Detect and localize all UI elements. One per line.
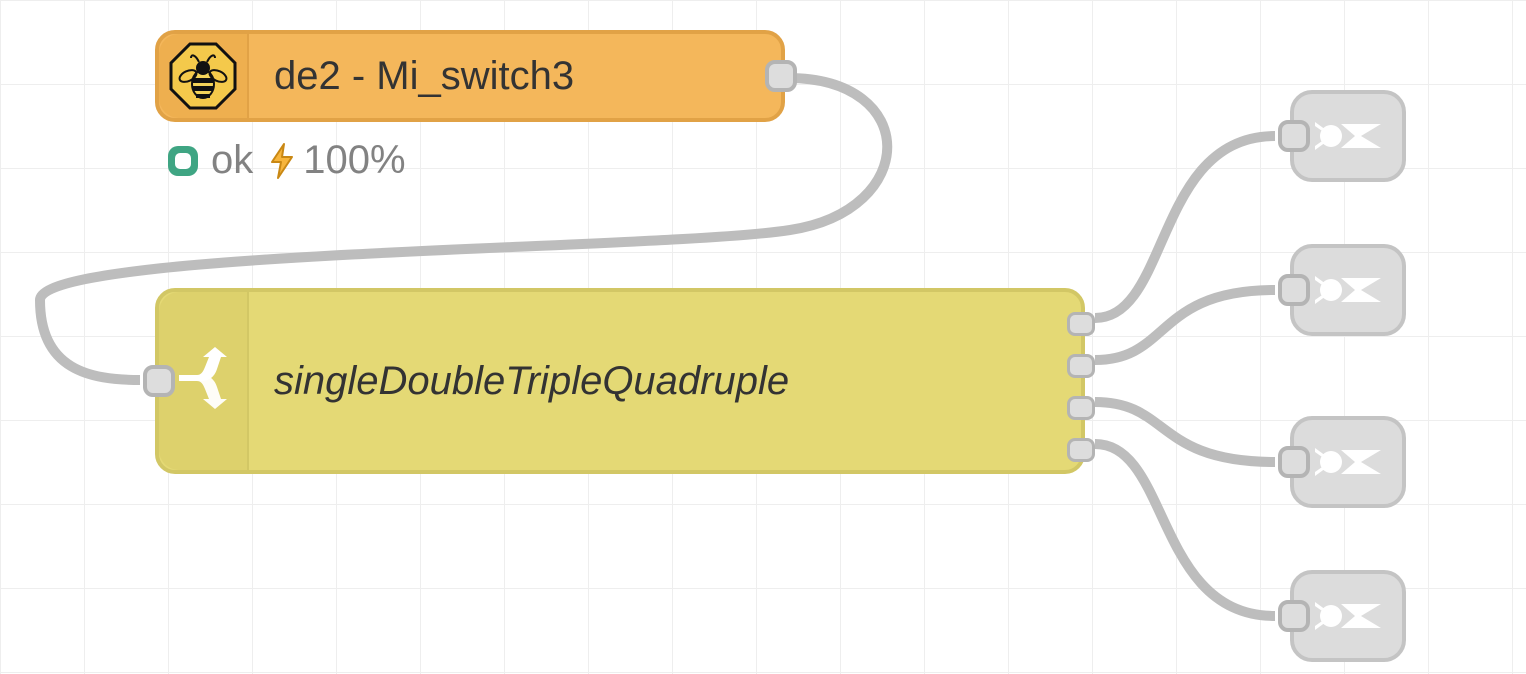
output-1-in-port[interactable] [1278, 120, 1310, 152]
wire-switch-out1 [1095, 136, 1275, 318]
switch-out-port-4[interactable] [1067, 438, 1095, 462]
output-4-in-port[interactable] [1278, 600, 1310, 632]
output-node-1[interactable] [1290, 90, 1406, 182]
output-node-2[interactable] [1290, 244, 1406, 336]
zigbee-out-port[interactable] [765, 60, 797, 92]
battery-text: 100% [303, 138, 405, 183]
wire-switch-out2 [1095, 290, 1275, 360]
node-zigbee-device[interactable]: de2 - Mi_switch3 [155, 30, 785, 122]
switch-in-port[interactable] [143, 365, 175, 397]
zigbee-node-label: de2 - Mi_switch3 [249, 54, 574, 99]
debug-icon [1315, 588, 1381, 644]
switch-node-label: singleDoubleTripleQuadruple [249, 359, 789, 404]
flow-canvas[interactable]: de2 - Mi_switch3 ok 100% singleDoubleTri… [0, 0, 1526, 674]
status-text: ok [211, 138, 253, 183]
debug-icon [1315, 434, 1381, 490]
switch-out-port-3[interactable] [1067, 396, 1095, 420]
split-icon [173, 345, 233, 417]
switch-out-port-1[interactable] [1067, 312, 1095, 336]
zigbee-icon-col [159, 34, 249, 118]
debug-icon [1315, 108, 1381, 164]
wire-switch-out4 [1095, 444, 1275, 616]
debug-icon [1315, 262, 1381, 318]
bee-octagon-icon [168, 41, 238, 111]
output-node-4[interactable] [1290, 570, 1406, 662]
node-switch[interactable]: singleDoubleTripleQuadruple [155, 288, 1085, 474]
switch-out-port-2[interactable] [1067, 354, 1095, 378]
bolt-icon [267, 142, 297, 180]
square-outline-icon [165, 143, 201, 179]
output-3-in-port[interactable] [1278, 446, 1310, 478]
output-node-3[interactable] [1290, 416, 1406, 508]
zigbee-status-line: ok 100% [165, 138, 406, 183]
output-2-in-port[interactable] [1278, 274, 1310, 306]
wire-switch-out3 [1095, 402, 1275, 462]
